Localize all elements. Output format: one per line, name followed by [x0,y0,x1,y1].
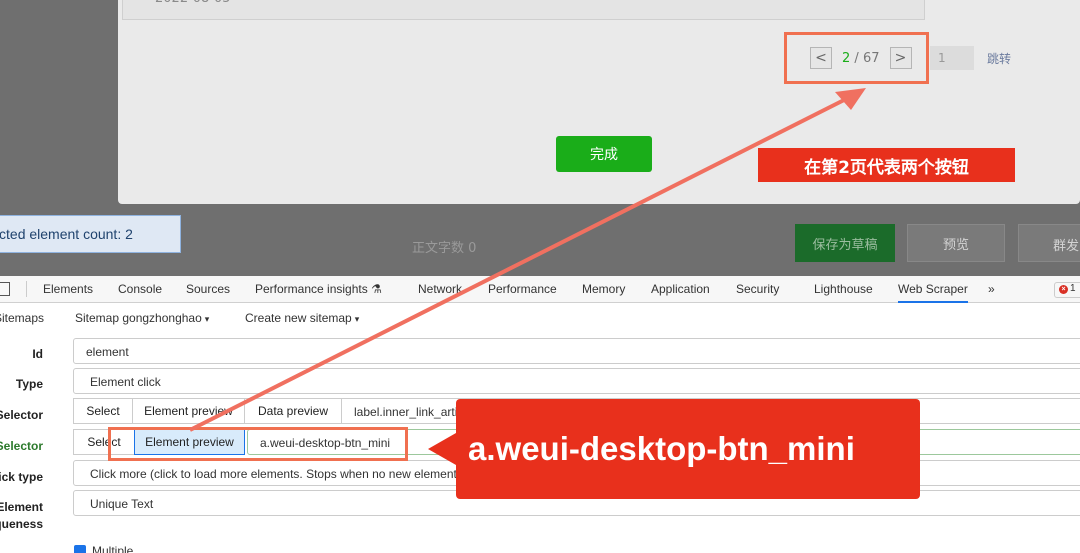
tab-divider [26,281,27,297]
element-preview-button[interactable]: Element preview [132,398,245,424]
page-background: 2022-08-05 < 2 / 67 > 1 跳转 完成 在第2页代表两个按钮… [0,0,1080,276]
devtools-tabbar: Elements Console Sources Performance ins… [0,276,1080,303]
preview-button[interactable]: 预览 [907,224,1005,262]
error-badge[interactable]: × 1 [1054,282,1080,298]
nav-create-sitemap-dropdown[interactable]: Create new sitemap ▾ [245,311,359,325]
annotation-callout-bottom: a.weui-desktop-btn_mini [428,399,920,499]
nav-sitemap-label: Sitemap gongzhonghao [75,311,202,325]
tab-lighthouse[interactable]: Lighthouse [814,282,873,296]
error-icon: × [1059,285,1068,294]
multiple-label: Multiple [92,544,134,553]
id-input[interactable]: element [73,338,1080,364]
annotation-callout-top: 在第2页代表两个按钮 [758,148,1015,182]
word-count: 正文字数 0 [412,241,477,256]
tab-security[interactable]: Security [736,282,779,296]
jump-page-input[interactable]: 1 [930,46,974,70]
mass-send-button[interactable]: 群发 [1018,224,1080,262]
selected-element-count-text: Selected element count: 2 [0,226,133,242]
web-scraper-nav: Sitemaps Sitemap gongzhonghao▾ Create ne… [0,304,1080,332]
tab-performance[interactable]: Performance [488,282,557,296]
selector-highlight-box [108,427,408,461]
annotation-callout-bottom-text: a.weui-desktop-btn_mini [468,430,855,467]
tab-sources[interactable]: Sources [186,282,230,296]
click-type-label: Click type [0,470,43,484]
tab-elements[interactable]: Elements [43,282,93,296]
data-preview-button[interactable]: Data preview [244,398,342,424]
nav-create-label: Create new sitemap [245,311,352,325]
select-button[interactable]: Select [73,398,133,424]
tab-performance-insights[interactable]: Performance insights ⚗ [255,282,382,296]
selector-label: Selector [0,408,43,422]
inspect-element-icon[interactable] [0,282,10,296]
uniqueness-label-line-2: uniqueness [0,517,43,531]
tab-application[interactable]: Application [651,282,710,296]
tab-memory[interactable]: Memory [582,282,625,296]
done-button[interactable]: 完成 [556,136,652,172]
callout-pointer [428,433,456,465]
nav-sitemaps[interactable]: Sitemaps [0,311,44,325]
caret-down-icon: ▾ [204,314,210,324]
date-field: 2022-08-05 [122,0,925,20]
multiple-checkbox[interactable]: Multiple [74,544,133,553]
date-value: 2022-08-05 [155,0,231,6]
flask-icon: ⚗ [371,282,382,296]
tab-network[interactable]: Network [418,282,462,296]
more-tabs-icon[interactable]: » [988,282,995,296]
tab-web-scraper[interactable]: Web Scraper [898,282,968,303]
pager-highlight-box [784,32,929,84]
tab-console[interactable]: Console [118,282,162,296]
selected-element-count-toast: Selected element count: 2 [0,215,181,253]
jump-link[interactable]: 跳转 [987,50,1011,67]
type-select[interactable]: Element click [73,368,1080,394]
error-count: 1 [1070,283,1076,294]
tab-performance-insights-label: Performance insights [255,282,368,296]
nav-sitemap-dropdown[interactable]: Sitemap gongzhonghao ▾ [75,311,209,325]
click-selector-label: Selector [0,439,43,453]
save-draft-button[interactable]: 保存为草稿 [795,224,895,262]
devtools-panel: Elements Console Sources Performance ins… [0,276,1080,553]
id-label: Id [32,347,43,361]
caret-down-icon: ▾ [354,314,360,324]
uniqueness-label-line-1: Element [0,500,43,514]
type-label: Type [15,377,43,391]
checkbox-checked-icon [74,545,86,553]
